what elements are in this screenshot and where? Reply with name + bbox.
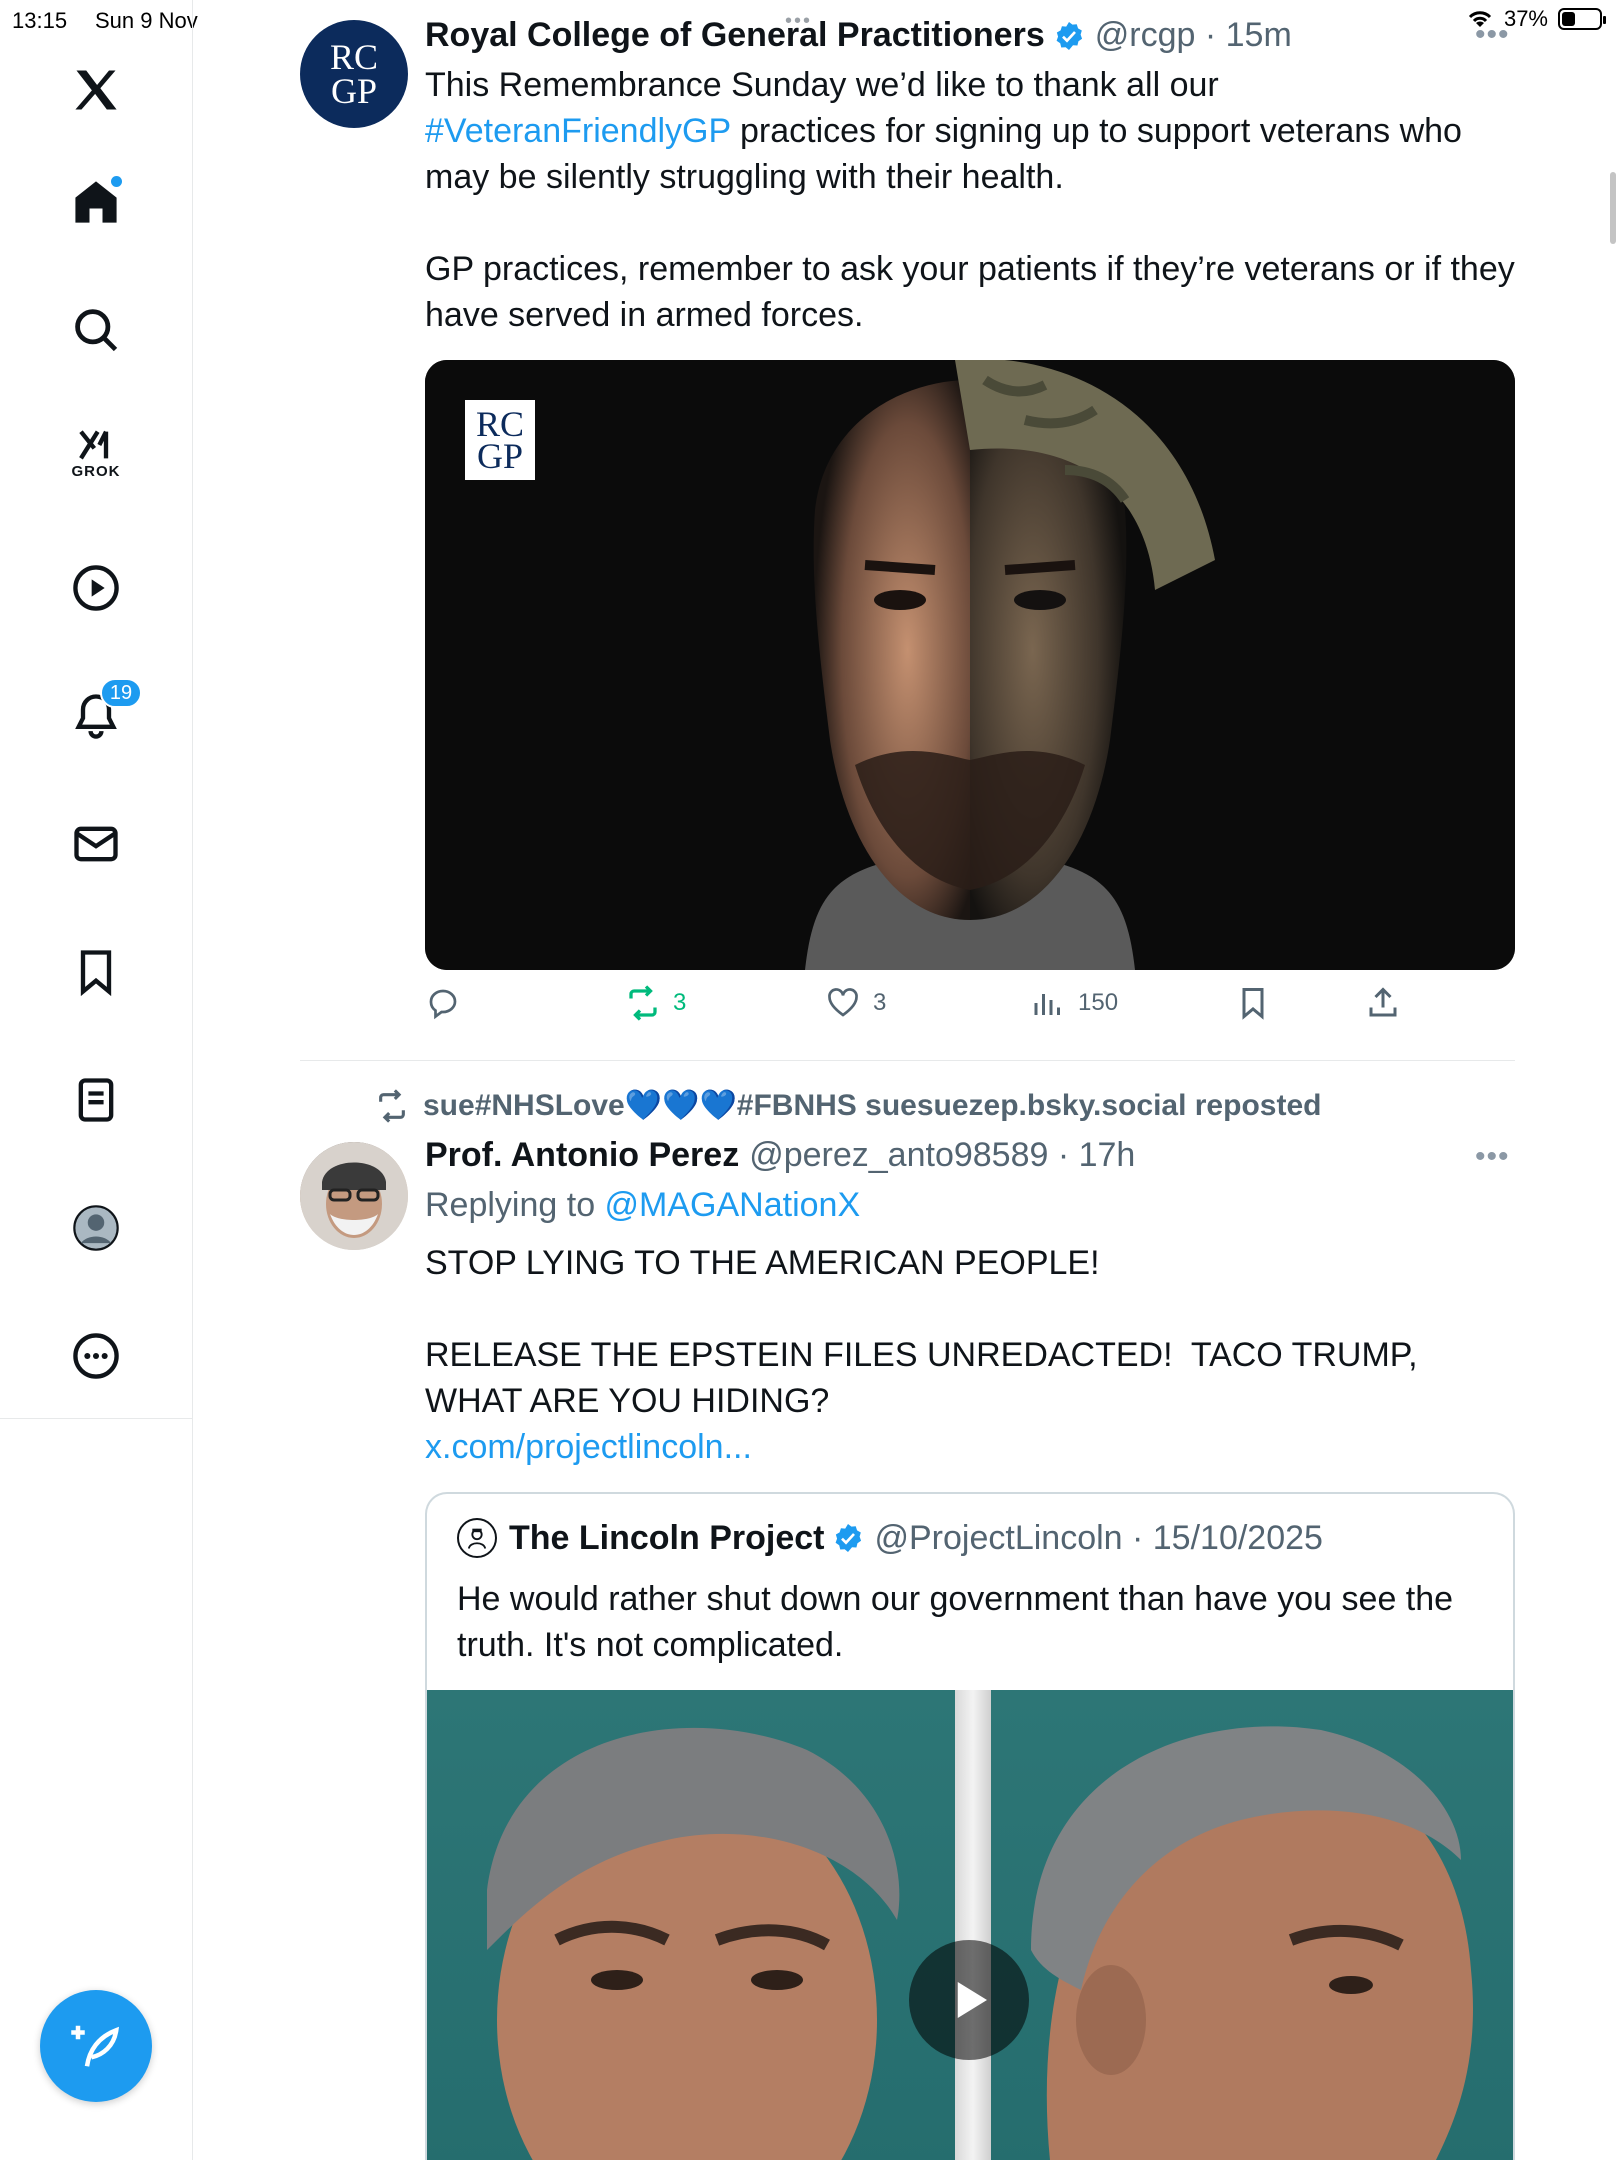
reply-icon <box>429 989 457 1020</box>
author-name[interactable]: Royal College of General Practitioners <box>425 16 1045 55</box>
tweet2-more-icon[interactable]: ••• <box>1475 1140 1510 1174</box>
sidebar-divider <box>0 1418 193 1419</box>
compose-button[interactable] <box>40 1990 152 2102</box>
replying-label: Replying to <box>425 1186 605 1224</box>
search-icon <box>75 309 118 352</box>
quote-video[interactable] <box>427 1690 1513 2160</box>
share-button[interactable] <box>1365 985 1401 1021</box>
tweet1-actions: 3 3 150 <box>425 985 1515 1035</box>
battery-icon <box>1558 8 1606 30</box>
more-icon <box>73 1333 119 1379</box>
sidebar-item-bookmarks[interactable] <box>56 932 136 1012</box>
sidebar-item-profile[interactable] <box>56 1188 136 1268</box>
repost-indicator[interactable]: sue#NHSLove💙💙💙#FBNHS suesuezep.bsky.soci… <box>375 1088 1321 1123</box>
views-icon <box>1034 994 1060 1015</box>
verified-badge-icon <box>836 1524 862 1552</box>
tweet2-link[interactable]: x.com/projectlincoln... <box>425 1424 1515 1470</box>
sidebar-item-search[interactable] <box>56 290 136 370</box>
avatar-text-line-2: GP <box>330 71 378 111</box>
quote-author-name[interactable]: The Lincoln Project <box>509 1519 824 1558</box>
mugshot-divider <box>955 1690 991 2160</box>
views-button[interactable]: 150 <box>1030 985 1118 1021</box>
sidebar-item-video[interactable] <box>56 548 136 628</box>
reply-button[interactable] <box>425 985 473 1021</box>
tweet2-text: STOP LYING TO THE AMERICAN PEOPLE! RELEA… <box>425 1244 1418 1420</box>
perez-avatar[interactable] <box>300 1142 408 1250</box>
avatar-text-line-1: RC <box>329 37 379 77</box>
battery-percent: 37% <box>1503 6 1548 31</box>
notification-badge: 19 <box>100 678 142 708</box>
sidebar-item-more[interactable] <box>56 1316 136 1396</box>
replying-to-handle[interactable]: @MAGANationX <box>605 1186 861 1224</box>
bookmark-button[interactable] <box>1235 985 1271 1021</box>
profile-icon <box>73 1205 119 1251</box>
tweet1-image[interactable]: RC GP <box>425 360 1515 970</box>
hashtag-link[interactable]: #VeteranFriendlyGP <box>425 112 731 150</box>
repost-icon <box>629 985 657 1021</box>
x-logo-icon[interactable] <box>56 50 136 130</box>
quoted-tweet[interactable]: The Lincoln Project @ProjectLincoln · 15… <box>425 1492 1515 2160</box>
play-icon <box>957 1982 987 2018</box>
tweet1-header: Royal College of General Practitioners @… <box>425 16 1292 55</box>
lincoln-avatar-icon[interactable] <box>457 1518 497 1558</box>
author-handle[interactable]: @perez_anto98589 · 17h <box>749 1136 1135 1175</box>
rcgp-watermark-logo: RC GP <box>465 400 535 480</box>
bookmark-icon <box>1242 988 1264 1020</box>
quote-header: The Lincoln Project @ProjectLincoln · 15… <box>457 1518 1323 1558</box>
grok-icon <box>79 429 109 459</box>
watermark-line-2: GP <box>476 436 524 476</box>
rcgp-avatar[interactable]: RC GP <box>300 20 408 128</box>
like-count: 3 <box>873 989 887 1016</box>
sidebar-item-home[interactable] <box>56 162 136 242</box>
quote-author-handle[interactable]: @ProjectLincoln · 15/10/2025 <box>874 1519 1322 1558</box>
share-icon <box>1369 987 1397 1017</box>
tweet2-header: Prof. Antonio Perez @perez_anto98589 · 1… <box>425 1136 1135 1175</box>
play-button[interactable] <box>909 1940 1029 2060</box>
mugshot-left-image <box>427 1690 955 2160</box>
like-button[interactable]: 3 <box>825 985 886 1021</box>
grok-label: GROK <box>71 462 121 480</box>
author-name[interactable]: Prof. Antonio Perez <box>425 1136 739 1175</box>
compose-icon <box>71 2025 120 2067</box>
lists-icon <box>78 1078 114 1122</box>
heart-icon <box>828 988 858 1017</box>
replying-to-line: Replying to @MAGANationX <box>425 1182 1515 1228</box>
sidebar-item-messages[interactable] <box>56 804 136 884</box>
avatar-photo <box>300 1142 408 1250</box>
sidebar-item-grok[interactable]: GROK <box>56 412 136 492</box>
quote-text: He would rather shut down our government… <box>457 1580 1463 1664</box>
verified-badge-icon <box>1056 21 1082 50</box>
unread-dot <box>111 176 122 187</box>
repost-button[interactable]: 3 <box>625 985 686 1021</box>
sidebar: GROK 19 <box>0 0 193 2160</box>
tweet1-more-icon[interactable]: ••• <box>1475 18 1510 52</box>
author-handle[interactable]: @rcgp · 15m <box>1095 16 1292 55</box>
mail-icon <box>74 826 118 862</box>
bookmark-icon <box>80 950 112 997</box>
battery-fill <box>1562 12 1576 26</box>
tweet1-text: This Remembrance Sunday we’d like to tha… <box>425 62 1515 338</box>
mugshot-right-image <box>991 1690 1513 2160</box>
sidebar-item-lists[interactable] <box>56 1060 136 1140</box>
sidebar-item-notifications[interactable]: 19 <box>56 676 142 756</box>
tweet1-text-part1: This Remembrance Sunday we’d like to tha… <box>425 66 1229 104</box>
tweet-separator <box>300 1060 1515 1061</box>
views-count: 150 <box>1078 989 1119 1016</box>
repost-by-text: sue#NHSLove💙💙💙#FBNHS suesuezep.bsky.soci… <box>423 1089 1322 1122</box>
repost-icon <box>379 1088 405 1123</box>
scrollbar-thumb[interactable] <box>1610 172 1616 244</box>
veteran-portrait-image <box>425 360 1515 970</box>
repost-count: 3 <box>673 989 687 1016</box>
video-icon <box>73 565 119 611</box>
